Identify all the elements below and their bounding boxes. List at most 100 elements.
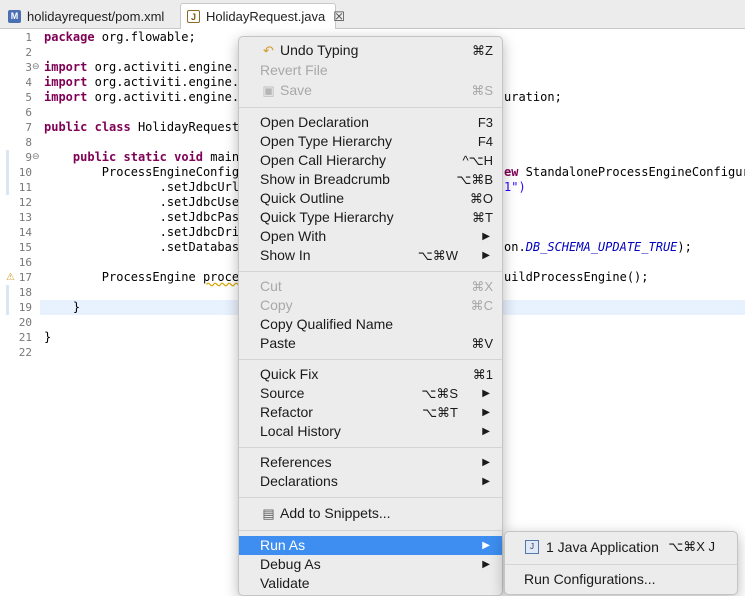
menu-item-validate[interactable]: Validate [239,574,502,593]
tab-pom-xml[interactable]: M holidayrequest/pom.xml [2,3,178,29]
line-number: 6 [25,106,32,119]
menu-item-open-type-hierarchy[interactable]: Open Type Hierarchy F4 [239,132,502,151]
line-number: 10 [18,166,32,179]
menu-item-java-application[interactable]: J 1 Java Application ⌥⌘X J [505,537,737,557]
code-fragment: ew StandaloneProcessEngineConfigura [504,165,745,180]
submenu-arrow-icon: ▶ [482,426,490,437]
menu-item-quick-type-hierarchy[interactable]: Quick Type Hierarchy ⌘T [239,208,502,227]
line-number: 9 [25,151,32,164]
code-line: import org.activiti.engine.P [44,75,247,89]
menu-item-undo-typing[interactable]: ↶ Undo Typing ⌘Z [239,41,502,60]
line-number: 14 [18,226,32,239]
line-number: 15 [18,241,32,254]
line-number: 2 [25,46,32,59]
menu-item-declarations[interactable]: Declarations ▶ [239,472,502,491]
menu-item-copy[interactable]: Copy ⌘C [239,296,502,315]
line-number: 1 [25,31,32,44]
code-line: ProcessEngine proces [44,270,247,284]
undo-icon: ↶ [263,43,274,58]
code-text: on. [504,240,526,254]
menu-item-open-declaration[interactable]: Open Declaration F3 [239,113,502,132]
code-line: .setJdbcUser [44,195,247,209]
fold-collapse-icon[interactable]: ⊖ [32,60,40,75]
menu-separator [505,564,737,565]
warning-lightbulb-icon[interactable]: ⚠ [6,270,15,285]
line-number: 7 [25,121,32,134]
code-line: package org.flowable; [44,30,196,44]
code-line: public class HolidayRequest [44,120,240,134]
menu-item-add-to-snippets[interactable]: ▤ Add to Snippets... [239,504,502,523]
menu-separator [239,530,502,531]
menu-item-show-in-breadcrumb[interactable]: Show in Breadcrumb ⌥⌘B [239,170,502,189]
tab-label: HolidayRequest.java [206,9,326,24]
tab-holidayrequest-java[interactable]: J HolidayRequest.java ☒ [180,3,345,29]
line-number: 12 [18,196,32,209]
submenu-arrow-icon: ▶ [482,540,490,551]
menu-item-debug-as[interactable]: Debug As ▶ [239,555,502,574]
menu-item-show-in[interactable]: Show In ⌥⌘W ▶ [239,246,502,265]
line-number: 21 [18,331,32,344]
line-number: 4 [25,76,32,89]
menu-separator [239,359,502,360]
line-number-gutter: 1 2 3 4 5 6 7 8 9 10 11 12 13 14 15 16 1… [0,29,40,592]
code-keyword: ew [504,165,519,179]
tab-label: holidayrequest/pom.xml [27,8,165,24]
line-number: 11 [18,181,32,194]
code-line: import org.activiti.engine.P [44,60,247,74]
code-text: StandaloneProcessEngineConfigura [518,165,745,179]
code-constant: DB_SCHEMA_UPDATE_TRUE [525,240,678,254]
submenu-arrow-icon: ▶ [482,407,490,418]
line-number: 17 [18,271,32,284]
menu-item-quick-fix[interactable]: Quick Fix ⌘1 [239,365,502,384]
menu-item-quick-outline[interactable]: Quick Outline ⌘O [239,189,502,208]
submenu-arrow-icon: ▶ [482,231,490,242]
menu-item-open-call-hierarchy[interactable]: Open Call Hierarchy ^⌥H [239,151,502,170]
code-line: .setJdbcDriv [44,225,247,239]
submenu-arrow-icon: ▶ [482,388,490,399]
fold-collapse-icon[interactable]: ⊖ [32,150,40,165]
close-tab-icon[interactable]: ☒ [333,9,345,25]
run-as-submenu: J 1 Java Application ⌥⌘X J Run Configura… [504,531,738,595]
code-line: import org.activiti.engine.i [44,90,247,104]
code-line: } [44,300,81,314]
menu-item-open-with[interactable]: Open With ▶ [239,227,502,246]
menu-item-refactor[interactable]: Refactor ⌥⌘T ▶ [239,403,502,422]
code-line: } [44,330,52,344]
line-number: 18 [18,286,32,299]
submenu-arrow-icon: ▶ [482,250,490,261]
menu-separator [239,497,502,498]
menu-separator [239,271,502,272]
code-line: .setJdbcUrl( [44,180,247,194]
menu-item-copy-qualified-name[interactable]: Copy Qualified Name [239,315,502,334]
snippets-icon: ▤ [262,506,275,521]
menu-item-run-as[interactable]: Run As ▶ [239,536,502,555]
code-fragment: uration; [504,90,562,104]
code-fragment: on.DB_SCHEMA_UPDATE_TRUE); [504,240,692,255]
save-icon: ▣ [262,83,275,98]
menu-item-run-configurations[interactable]: Run Configurations... [505,569,737,589]
menu-separator [239,107,502,108]
line-number: 3 [25,61,32,74]
menu-separator [239,447,502,448]
submenu-arrow-icon: ▶ [482,457,490,468]
line-number: 5 [25,91,32,104]
menu-item-revert-file[interactable]: Revert File [239,61,502,80]
menu-item-references[interactable]: References ▶ [239,453,502,472]
java-application-icon: J [525,540,539,554]
code-fragment: 1") [504,180,526,194]
submenu-arrow-icon: ▶ [482,559,490,570]
submenu-arrow-icon: ▶ [482,476,490,487]
line-number: 13 [18,211,32,224]
menu-item-paste[interactable]: Paste ⌘V [239,334,502,353]
line-number: 8 [25,136,32,149]
editor-context-menu: ↶ Undo Typing ⌘Z Revert File ▣ Save ⌘S O… [238,36,503,596]
line-number: 22 [18,346,32,359]
editor-tab-bar: M holidayrequest/pom.xml J HolidayReques… [0,0,745,29]
code-line: .setDatabase [44,240,247,254]
menu-item-cut[interactable]: Cut ⌘X [239,277,502,296]
menu-item-source[interactable]: Source ⌥⌘S ▶ [239,384,502,403]
code-line: .setJdbcPass [44,210,247,224]
menu-item-local-history[interactable]: Local History ▶ [239,422,502,441]
code-text: ); [677,240,692,254]
menu-item-save[interactable]: ▣ Save ⌘S [239,81,502,100]
